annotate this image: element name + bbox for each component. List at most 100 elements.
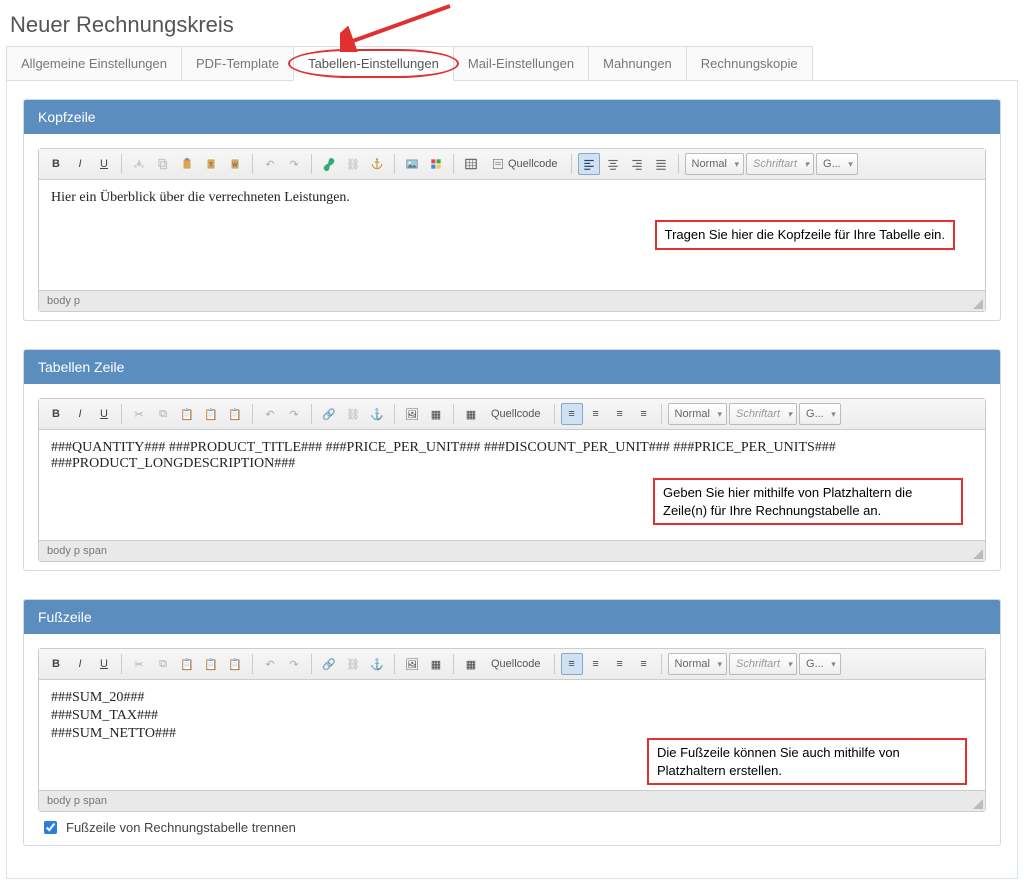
tab-label: Tabellen-Einstellungen bbox=[308, 56, 439, 71]
tab-mahnungen[interactable]: Mahnungen bbox=[588, 46, 687, 80]
unlink-icon[interactable]: ⛓ bbox=[342, 153, 364, 175]
copy-icon[interactable]: ⧉ bbox=[152, 403, 174, 425]
tab-mail-einstellungen[interactable]: Mail-Einstellungen bbox=[453, 46, 589, 80]
resize-handle-icon[interactable] bbox=[973, 299, 983, 309]
size-select[interactable]: G... bbox=[799, 403, 841, 425]
source-button[interactable]: Quellcode bbox=[484, 153, 565, 175]
callout-tabellenzeile: Geben Sie hier mithilfe von Platzhaltern… bbox=[653, 478, 963, 525]
editor-path-tabellenzeile: body p span bbox=[39, 540, 985, 561]
paste-text-icon[interactable]: 📋 bbox=[200, 653, 222, 675]
panel-kopfzeile: Kopfzeile B I U T W ↶ ↷ bbox=[23, 99, 1001, 321]
italic-button[interactable]: I bbox=[69, 153, 91, 175]
align-right-icon[interactable] bbox=[626, 153, 648, 175]
source-button[interactable]: Quellcode bbox=[484, 403, 548, 425]
align-center-icon[interactable] bbox=[602, 153, 624, 175]
paste-word-icon[interactable]: 📋 bbox=[224, 653, 246, 675]
tabellenzeile-text: ###QUANTITY### ###PRODUCT_TITLE### ###PR… bbox=[51, 440, 836, 471]
align-center-icon[interactable]: ≡ bbox=[585, 653, 607, 675]
format-select[interactable]: Normal bbox=[685, 153, 744, 175]
align-right-icon[interactable]: ≡ bbox=[609, 653, 631, 675]
link-icon[interactable] bbox=[318, 153, 340, 175]
tab-content: Kopfzeile B I U T W ↶ ↷ bbox=[6, 81, 1018, 879]
table-icon[interactable] bbox=[460, 153, 482, 175]
cut-icon[interactable]: ✂ bbox=[128, 653, 150, 675]
align-right-icon[interactable]: ≡ bbox=[609, 403, 631, 425]
link-icon[interactable]: 🔗 bbox=[318, 653, 340, 675]
tab-rechnungskopie[interactable]: Rechnungskopie bbox=[686, 46, 813, 80]
anchor-icon[interactable]: ⚓ bbox=[366, 653, 388, 675]
editor-content-kopfzeile[interactable]: Hier ein Überblick über die verrechneten… bbox=[39, 180, 985, 290]
paste-word-icon[interactable]: 📋 bbox=[224, 403, 246, 425]
align-justify-icon[interactable]: ≡ bbox=[633, 653, 655, 675]
italic-button[interactable]: I bbox=[69, 403, 91, 425]
align-justify-icon[interactable] bbox=[650, 153, 672, 175]
editor-path-kopfzeile: body p bbox=[39, 290, 985, 311]
paste-text-icon[interactable]: 📋 bbox=[200, 403, 222, 425]
panel-header-kopfzeile: Kopfzeile bbox=[24, 100, 1000, 134]
editor-fusszeile: B I U ✂ ⧉ 📋 📋 📋 ↶ ↷ 🔗 ⛓ ⚓ bbox=[38, 648, 986, 812]
table-icon[interactable]: ▦ bbox=[460, 403, 482, 425]
tab-pdf-template[interactable]: PDF-Template bbox=[181, 46, 294, 80]
callout-kopfzeile: Tragen Sie hier die Kopfzeile für Ihre T… bbox=[655, 220, 955, 250]
callout-fusszeile: Die Fußzeile können Sie auch mithilfe vo… bbox=[647, 738, 967, 785]
source-button[interactable]: Quellcode bbox=[484, 653, 548, 675]
underline-button[interactable]: U bbox=[93, 653, 115, 675]
separate-footer-checkbox[interactable] bbox=[44, 821, 57, 834]
bold-button[interactable]: B bbox=[45, 153, 67, 175]
format-select[interactable]: Normal bbox=[668, 403, 727, 425]
link-icon[interactable]: 🔗 bbox=[318, 403, 340, 425]
redo-icon[interactable]: ↷ bbox=[283, 153, 305, 175]
cut-icon[interactable] bbox=[128, 153, 150, 175]
image-icon[interactable] bbox=[401, 153, 423, 175]
color-icon[interactable] bbox=[425, 153, 447, 175]
editor-kopfzeile: B I U T W ↶ ↷ ⛓ bbox=[38, 148, 986, 312]
tab-allgemeine[interactable]: Allgemeine Einstellungen bbox=[6, 46, 182, 80]
size-select[interactable]: G... bbox=[799, 653, 841, 675]
color-icon[interactable]: ▦ bbox=[425, 403, 447, 425]
font-select[interactable]: Schriftart bbox=[729, 403, 797, 425]
bold-button[interactable]: B bbox=[45, 653, 67, 675]
paste-text-icon[interactable]: T bbox=[200, 153, 222, 175]
align-left-icon[interactable] bbox=[578, 153, 600, 175]
color-icon[interactable]: ▦ bbox=[425, 653, 447, 675]
paste-icon[interactable] bbox=[176, 153, 198, 175]
italic-button[interactable]: I bbox=[69, 653, 91, 675]
resize-handle-icon[interactable] bbox=[973, 549, 983, 559]
size-select[interactable]: G... bbox=[816, 153, 858, 175]
tab-tabellen-einstellungen[interactable]: Tabellen-Einstellungen bbox=[293, 46, 454, 81]
format-select[interactable]: Normal bbox=[668, 653, 727, 675]
copy-icon[interactable]: ⧉ bbox=[152, 653, 174, 675]
unlink-icon[interactable]: ⛓ bbox=[342, 653, 364, 675]
paste-word-icon[interactable]: W bbox=[224, 153, 246, 175]
paste-icon[interactable]: 📋 bbox=[176, 403, 198, 425]
align-justify-icon[interactable]: ≡ bbox=[633, 403, 655, 425]
undo-icon[interactable]: ↶ bbox=[259, 403, 281, 425]
undo-icon[interactable]: ↶ bbox=[259, 653, 281, 675]
editor-content-tabellenzeile[interactable]: ###QUANTITY### ###PRODUCT_TITLE### ###PR… bbox=[39, 430, 985, 540]
cut-icon[interactable]: ✂ bbox=[128, 403, 150, 425]
svg-text:T: T bbox=[209, 162, 213, 168]
kopfzeile-text: Hier ein Überblick über die verrechneten… bbox=[51, 190, 350, 205]
image-icon[interactable]: 🖼 bbox=[401, 403, 423, 425]
align-left-icon[interactable]: ≡ bbox=[561, 653, 583, 675]
font-select[interactable]: Schriftart bbox=[746, 153, 814, 175]
paste-icon[interactable]: 📋 bbox=[176, 653, 198, 675]
image-icon[interactable]: 🖼 bbox=[401, 653, 423, 675]
anchor-icon[interactable] bbox=[366, 153, 388, 175]
table-icon[interactable]: ▦ bbox=[460, 653, 482, 675]
underline-button[interactable]: U bbox=[93, 403, 115, 425]
resize-handle-icon[interactable] bbox=[973, 799, 983, 809]
copy-icon[interactable] bbox=[152, 153, 174, 175]
align-left-icon[interactable]: ≡ bbox=[561, 403, 583, 425]
redo-icon[interactable]: ↷ bbox=[283, 403, 305, 425]
unlink-icon[interactable]: ⛓ bbox=[342, 403, 364, 425]
align-center-icon[interactable]: ≡ bbox=[585, 403, 607, 425]
editor-content-fusszeile[interactable]: ###SUM_20### ###SUM_TAX### ###SUM_NETTO#… bbox=[39, 680, 985, 790]
bold-button[interactable]: B bbox=[45, 403, 67, 425]
underline-button[interactable]: U bbox=[93, 153, 115, 175]
redo-icon[interactable]: ↷ bbox=[283, 653, 305, 675]
font-select[interactable]: Schriftart bbox=[729, 653, 797, 675]
anchor-icon[interactable]: ⚓ bbox=[366, 403, 388, 425]
panel-fusszeile: Fußzeile B I U ✂ ⧉ 📋 📋 📋 ↶ ↷ 🔗 bbox=[23, 599, 1001, 846]
undo-icon[interactable]: ↶ bbox=[259, 153, 281, 175]
